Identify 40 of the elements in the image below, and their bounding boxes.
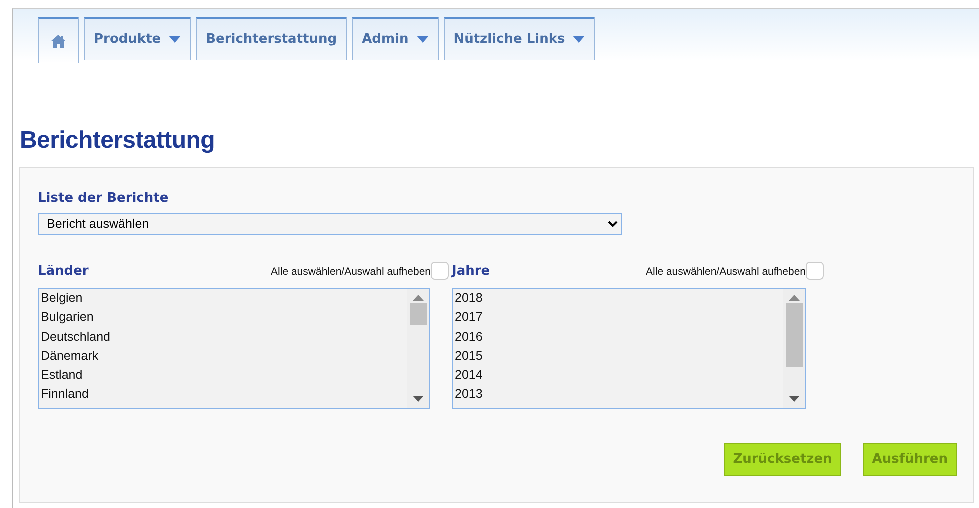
list-option[interactable]: Dänemark <box>39 346 407 366</box>
home-tab[interactable] <box>38 17 79 63</box>
scroll-down-icon[interactable] <box>788 396 800 402</box>
scroll-thumb[interactable] <box>410 303 426 325</box>
list-option[interactable]: 2015 <box>453 346 783 366</box>
select-all-checkbox[interactable] <box>431 262 449 280</box>
scroll-thumb[interactable] <box>786 303 802 367</box>
list-option[interactable]: 2013 <box>453 385 783 405</box>
field-label: Liste der Berichte <box>38 190 170 208</box>
caret-icon <box>169 35 182 44</box>
list-label: Länder <box>38 262 89 280</box>
select-all-label: Alle auswählen/Auswahl aufheben <box>271 265 431 280</box>
select-all-label: Alle auswählen/Auswahl aufheben <box>646 265 806 280</box>
list-option[interactable]: Bulgarien <box>39 308 407 328</box>
list-option[interactable]: 2017 <box>453 308 783 328</box>
nav-tab[interactable]: Berichterstattung <box>196 17 348 60</box>
nav-tab[interactable]: Nützliche Links <box>444 17 596 60</box>
scroll-down-icon[interactable] <box>412 396 424 402</box>
scroll-up-icon[interactable] <box>788 295 800 301</box>
caret-icon <box>573 35 586 44</box>
select-all-checkbox[interactable] <box>806 262 824 280</box>
list-option[interactable]: Deutschland <box>39 328 407 347</box>
list-option[interactable]: 2016 <box>453 328 783 347</box>
nav-tab[interactable]: Admin <box>352 17 439 60</box>
home-icon <box>51 34 66 48</box>
report-dropdown[interactable]: Bericht auswählen <box>38 212 622 234</box>
list-option[interactable]: Estland <box>39 366 407 386</box>
scrollbar[interactable] <box>407 289 429 408</box>
caret-icon <box>416 35 429 44</box>
list-option[interactable]: Finnland <box>39 385 407 405</box>
country-listbox[interactable]: Belgien Bulgarien Deutschland Dänemark Estland Finnland <box>38 288 430 409</box>
list-label: Jahre <box>452 262 490 280</box>
scroll-up-icon[interactable] <box>412 295 424 301</box>
list-option[interactable]: Belgien <box>39 289 407 308</box>
year-listbox[interactable]: 2018 2017 2016 2015 2014 2013 <box>452 288 806 409</box>
page-title: Berichterstattung <box>20 126 216 156</box>
scrollbar[interactable] <box>783 289 805 408</box>
nav-tab[interactable]: Produkte <box>84 17 192 60</box>
list-option[interactable]: 2018 <box>453 289 783 308</box>
list-option[interactable]: 2014 <box>453 366 783 386</box>
